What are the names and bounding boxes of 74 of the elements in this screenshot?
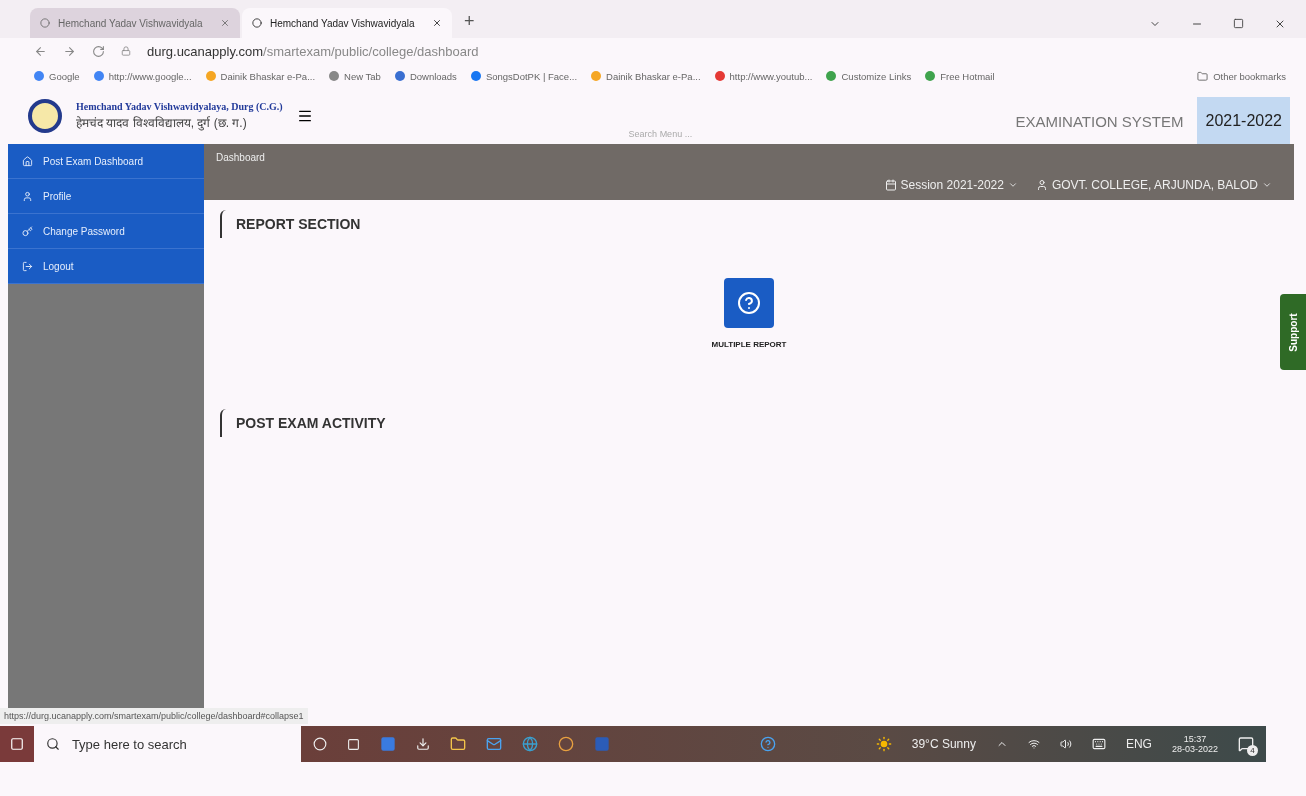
sidebar-item[interactable]: Profile — [8, 179, 204, 214]
status-url: https://durg.ucanapply.com/smartexam/public/college/dashboard#collapse1 — [0, 708, 308, 724]
caret-icon — [1262, 180, 1272, 190]
year-label: 2021-2022 — [1197, 97, 1290, 145]
site-icon — [591, 71, 602, 81]
bookmark-link[interactable]: New Tab — [329, 70, 381, 82]
mail-icon[interactable] — [485, 736, 502, 752]
section-title: REPORT SECTION — [220, 210, 375, 238]
reload-icon[interactable] — [92, 44, 105, 58]
system-title: EXAMINATION SYSTEM — [1015, 112, 1184, 130]
search-icon — [45, 737, 60, 751]
notification-count: 4 — [1247, 745, 1258, 756]
task-view-icon[interactable] — [346, 737, 360, 751]
sidebar-item[interactable]: Change Password — [8, 214, 204, 249]
bookmark-link[interactable]: Dainik Bhaskar e-Pa... — [205, 70, 316, 82]
browser-tab[interactable]: Hemchand Yadav Vishwavidyala — [30, 8, 240, 38]
speaker-icon[interactable] — [1059, 738, 1072, 750]
clock[interactable]: 15:37 28-03-2022 — [1171, 734, 1218, 754]
help-icon — [737, 291, 761, 315]
bookmark-link[interactable]: SongsDotPK | Face... — [470, 70, 578, 82]
forward-icon[interactable] — [63, 44, 76, 58]
support-tab[interactable]: Support — [1280, 294, 1306, 370]
sidebar-item[interactable]: Post Exam Dashboard — [8, 144, 204, 179]
close-icon[interactable] — [432, 18, 442, 28]
breadcrumb: Dashboard — [204, 144, 1294, 170]
user-icon — [1035, 179, 1048, 191]
app-icon[interactable] — [415, 737, 430, 751]
key-icon — [22, 225, 33, 237]
wifi-icon[interactable] — [1027, 738, 1040, 750]
tab-icon — [252, 18, 262, 28]
close-icon[interactable] — [1274, 18, 1286, 30]
browser-tab[interactable]: Hemchand Yadav Vishwavidyala — [242, 8, 452, 38]
lock-icon — [121, 46, 131, 56]
university-name-hindi: हेमचंद यादव विश्वविद्यालय, दुर्ग (छ. ग.) — [76, 115, 248, 131]
bookmark-link[interactable]: Google — [34, 70, 80, 82]
language-indicator[interactable]: ENG — [1125, 737, 1152, 751]
menu-icon[interactable] — [296, 108, 313, 124]
folder-icon — [1197, 70, 1209, 82]
help-icon[interactable] — [759, 736, 776, 752]
logout-icon — [22, 260, 33, 272]
university-name: Hemchand Yadav Vishwavidyalaya, Durg (C.G.) — [76, 101, 283, 112]
notification-icon[interactable] — [1238, 736, 1254, 752]
sun-icon — [875, 736, 892, 752]
user-icon — [22, 190, 33, 202]
calendar-icon — [884, 179, 897, 191]
tile-label[interactable]: MULTIPLE REPORT — [711, 340, 787, 349]
bookmark-link[interactable]: http://www.google... — [93, 70, 192, 82]
section-title: POST EXAM ACTIVITY — [220, 409, 400, 437]
home-icon — [22, 155, 33, 167]
start-button[interactable] — [0, 726, 34, 762]
keyboard-icon[interactable] — [1091, 737, 1106, 751]
university-logo — [28, 99, 62, 133]
cortana-icon[interactable] — [312, 737, 327, 751]
sidebar-item[interactable]: Logout — [8, 249, 204, 284]
back-icon[interactable] — [34, 44, 47, 58]
bookmark-link[interactable]: Downloads — [394, 70, 457, 82]
help-tile-button[interactable] — [724, 278, 774, 328]
taskbar-search[interactable]: Type here to search — [69, 735, 250, 753]
bookmark-link[interactable]: http://www.youtub... — [714, 70, 813, 82]
weather-text[interactable]: 39°C Sunny — [911, 737, 976, 751]
folder-icon[interactable] — [449, 736, 466, 752]
college-dropdown[interactable]: GOVT. COLLEGE, ARJUNDA, BALOD — [1035, 178, 1272, 192]
bookmark-link[interactable]: Other bookmarks — [1197, 70, 1286, 82]
session-dropdown[interactable]: Session 2021-2022 — [884, 178, 1018, 192]
bookmark-link[interactable]: Free Hotmail — [925, 70, 995, 82]
maximize-icon[interactable] — [1233, 18, 1244, 29]
caret-icon — [1007, 180, 1018, 190]
bookmark-link[interactable]: Dainik Bhaskar e-Pa... — [591, 70, 701, 82]
bookmark-link[interactable]: Customize Links — [826, 70, 912, 82]
tab-icon — [40, 18, 50, 28]
address-field[interactable]: durg.ucanapply.com/smartexam/public/college/dashboard — [147, 43, 479, 59]
site-icon — [205, 71, 216, 81]
search-field[interactable]: Search Menu ... — [626, 128, 781, 140]
new-tab-button[interactable]: + — [454, 11, 485, 38]
